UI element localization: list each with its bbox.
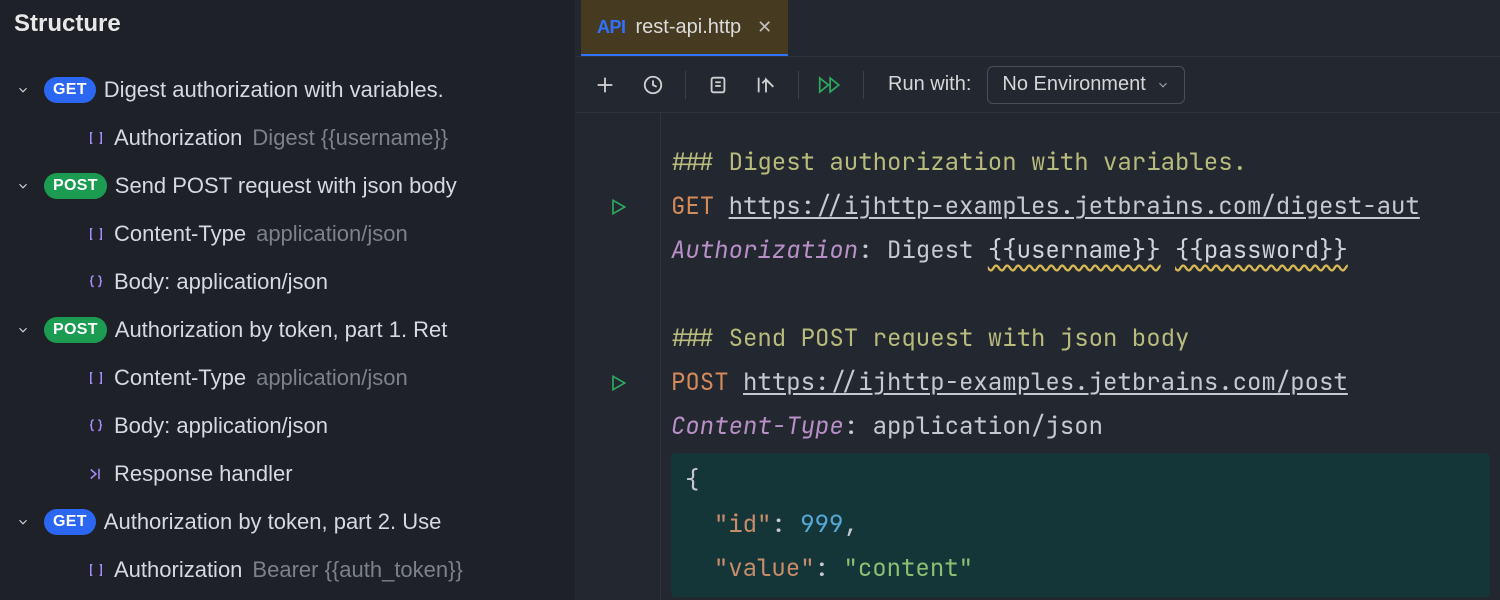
chevron-down-icon [14,179,32,193]
brackets-icon [86,369,106,387]
tree-node-label: Send POST request with json body [115,173,457,199]
examples-button[interactable] [702,69,734,101]
tree-node-label: Authorization by token, part 2. Use [104,509,442,535]
header-value: Bearer {{auth_token}} [252,557,462,583]
code-header-name: Authorization [671,235,858,266]
chevron-right-bar-icon [86,465,106,483]
code-body-block: { "id": 999, "value": "content" [671,453,1490,597]
history-button[interactable] [637,69,669,101]
separator [798,71,799,99]
header-value: Digest {{username}} [252,125,448,151]
tree-node-request[interactable]: GET Digest authorization with variables. [0,66,575,114]
code-comment: ### Digest authorization with variables. [671,147,1247,178]
body-label: Body: application/json [114,269,328,295]
code-json-string: "content" [843,553,973,584]
code-url: https://ijhttp-examples.jetbrains.com/di… [729,191,1420,222]
code-json-key: "id" [714,509,772,540]
tree-node-header[interactable]: Authorization Digest {{username}} [0,114,575,162]
import-button[interactable] [750,69,782,101]
code-variable: {{username}} [988,235,1161,266]
brackets-icon [86,561,106,579]
editor-gutter [575,113,661,600]
header-name: Authorization [114,125,242,151]
tree-node-header[interactable]: Authorization Bearer {{auth_token}} [0,546,575,594]
run-all-button[interactable] [815,69,847,101]
code-url: https://ijhttp-examples.jetbrains.com/po… [743,367,1348,398]
add-request-button[interactable] [589,69,621,101]
code-variable: {{password}} [1175,235,1348,266]
code-header-value: : application/json [844,411,1103,442]
chevron-down-icon [14,515,32,529]
code-json-number: 999 [800,509,843,540]
header-name: Authorization [114,557,242,583]
tree-node-request[interactable]: POST Authorization by token, part 1. Ret [0,306,575,354]
method-badge: POST [44,317,107,343]
run-request-gutter-button[interactable] [575,185,660,229]
code-punct: : [771,509,800,540]
separator [685,71,686,99]
run-request-gutter-button[interactable] [575,361,660,405]
structure-title: Structure [0,0,575,44]
editor-tab[interactable]: API rest-api.http ✕ [581,0,788,56]
braces-icon [86,417,106,435]
tree-node-body[interactable]: Body: application/json [0,258,575,306]
braces-icon [86,273,106,291]
code-brace: { [685,465,699,496]
environment-value: No Environment [1002,73,1145,96]
chevron-down-icon [14,323,32,337]
header-value: application/json [256,365,408,391]
response-handler-label: Response handler [114,461,293,487]
tab-filename: rest-api.http [636,16,742,39]
brackets-icon [86,129,106,147]
code-punct: , [843,509,857,540]
tree-node-header[interactable]: Content-Type application/json [0,354,575,402]
tree-node-label: Digest authorization with variables. [104,77,444,103]
tree-node-label: Authorization by token, part 1. Ret [115,317,448,343]
code-method: POST [671,367,729,398]
body-label: Body: application/json [114,413,328,439]
tree-node-header[interactable]: Content-Type application/json [0,210,575,258]
editor-tabbar: API rest-api.http ✕ [575,0,1500,56]
editor-toolbar: Run with: No Environment [575,56,1500,112]
code-editor[interactable]: ### Digest authorization with variables.… [661,113,1500,600]
code-punct: : [815,553,844,584]
structure-tree: GET Digest authorization with variables.… [0,44,575,594]
tree-node-body[interactable]: Body: application/json [0,402,575,450]
close-icon[interactable]: ✕ [757,17,772,38]
tree-node-response-handler[interactable]: Response handler [0,450,575,498]
code-json-key: "value" [714,553,815,584]
method-badge: GET [44,509,96,535]
header-name: Content-Type [114,221,246,247]
header-name: Content-Type [114,365,246,391]
run-with-label: Run with: [888,73,971,96]
tree-node-request[interactable]: POST Send POST request with json body [0,162,575,210]
chevron-down-icon [14,83,32,97]
api-icon: API [597,17,626,38]
environment-dropdown[interactable]: No Environment [987,66,1184,104]
tree-node-request[interactable]: GET Authorization by token, part 2. Use [0,498,575,546]
separator [863,71,864,99]
header-value: application/json [256,221,408,247]
code-header-value: : Digest [858,235,988,266]
code-comment: ### Send POST request with json body [671,323,1189,354]
brackets-icon [86,225,106,243]
chevron-down-icon [1156,78,1170,92]
method-badge: POST [44,173,107,199]
method-badge: GET [44,77,96,103]
code-header-name: Content-Type [671,411,844,442]
code-method: GET [671,191,714,222]
